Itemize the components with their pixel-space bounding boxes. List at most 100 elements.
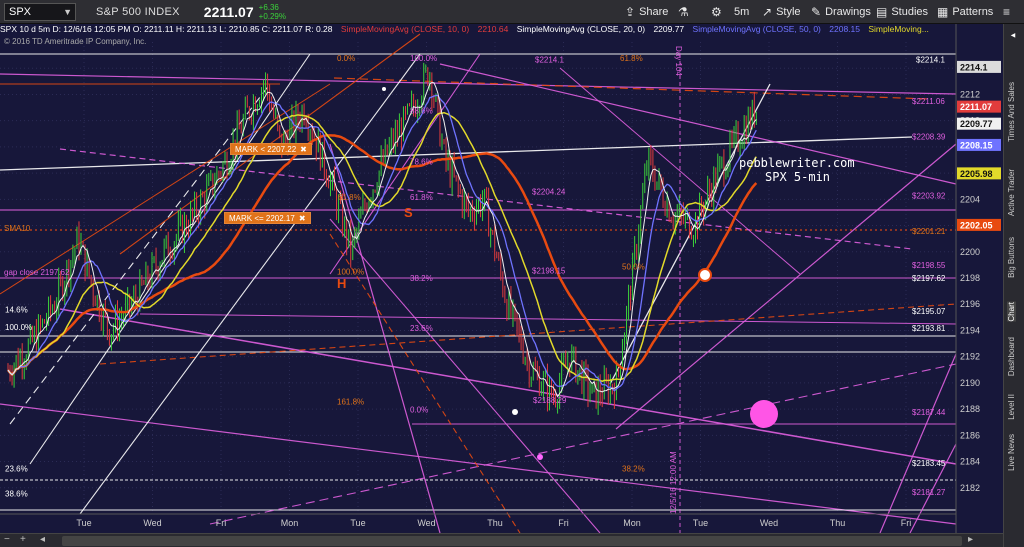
- sidebar-tab-chart[interactable]: Chart: [1007, 302, 1016, 322]
- sma10-legend[interactable]: SimpleMovingAvg (CLOSE, 10, 0): [341, 24, 469, 34]
- time-scroller[interactable]: [62, 536, 962, 546]
- menu-button[interactable]: ≡: [1003, 0, 1014, 24]
- x-tick-label: Fri: [216, 518, 227, 528]
- sidebar-tab-active-trader[interactable]: Active Trader: [1007, 169, 1016, 216]
- sma50-value: 2208.15: [829, 24, 860, 34]
- price-level-label: $2188.29: [533, 396, 567, 405]
- fib-label: 100.0%: [410, 54, 437, 63]
- fib-label: 161.8%: [337, 397, 364, 406]
- mark-order-1[interactable]: MARK < 2207.22 ✖: [230, 143, 312, 155]
- x-tick-label: Tue: [693, 518, 708, 528]
- day-label: Day 104: [674, 46, 683, 76]
- x-tick-label: Fri: [558, 518, 569, 528]
- flask-button[interactable]: ⚗: [678, 0, 693, 24]
- price-axis: 2182 2184 2186 2188 2190 2192 2194 2196 2198 2200…: [955, 24, 1003, 533]
- target-circle: [750, 400, 778, 428]
- study-legend: SPX 10 d 5m D: 12/6/16 12:05 PM O: 2211.…: [0, 24, 1024, 37]
- fib-label: 0.0%: [410, 405, 428, 414]
- fib-label: 38.6%: [5, 489, 28, 498]
- share-icon: ⇪: [625, 5, 636, 19]
- scroll-right-icon[interactable]: ▸: [968, 534, 973, 545]
- fib-label: 38.2%: [410, 274, 433, 283]
- drawings-button[interactable]: ✎ Drawings: [811, 0, 871, 24]
- price-level-label: $2214.1: [535, 55, 564, 64]
- price-level-label: $2193.81: [912, 324, 946, 333]
- fib-label: 23.6%: [410, 324, 433, 333]
- y-tick-label: 2188: [960, 404, 980, 414]
- sma20-legend[interactable]: SimpleMovingAvg (CLOSE, 20, 0): [517, 24, 645, 34]
- marker-dot-white: [512, 409, 518, 415]
- zoom-out-icon[interactable]: −: [4, 534, 10, 545]
- copyright: © 2016 TD Ameritrade IP Company, Inc.: [4, 37, 147, 46]
- x-tick-label: Tue: [350, 518, 365, 528]
- marker-dot-top: [382, 87, 386, 91]
- patterns-icon: ▦: [937, 5, 949, 19]
- zoom-in-icon[interactable]: +: [20, 534, 26, 545]
- sma50-legend[interactable]: SimpleMovingAvg (CLOSE, 50, 0): [693, 24, 821, 34]
- sidebar-tab-dashboard[interactable]: Dashboard: [1007, 337, 1016, 376]
- settings-button[interactable]: ⚙: [711, 0, 726, 24]
- label-s: S: [404, 205, 413, 220]
- price-level-label: $2208.39: [912, 133, 946, 142]
- fib-label: 100.0%: [5, 323, 32, 332]
- price-tag-label: 2205.98: [960, 169, 993, 179]
- style-button[interactable]: ↗ Style: [762, 0, 801, 24]
- x-tick-label: Mon: [281, 518, 299, 528]
- price-level-label: $2211.06: [912, 97, 945, 106]
- x-tick-label: Thu: [487, 518, 503, 528]
- patterns-label: Patterns: [952, 6, 994, 18]
- sma10-label: SMA10: [4, 224, 31, 233]
- sidebar-tab-live-news[interactable]: Live News: [1007, 434, 1016, 471]
- y-tick-label: 2182: [960, 483, 980, 493]
- y-tick-label: 2192: [960, 352, 980, 362]
- sma10-value: 2210.64: [477, 24, 509, 34]
- fib-label: 14.6%: [5, 306, 28, 315]
- x-tick-label: Thu: [830, 518, 846, 528]
- marker-circle: [698, 268, 712, 282]
- x-tick-label: Fri: [901, 518, 912, 528]
- share-label: Share: [639, 6, 669, 18]
- close-icon[interactable]: ✖: [299, 214, 306, 223]
- fib-label: 0.0%: [337, 54, 355, 63]
- share-button[interactable]: ⇪ Share: [625, 0, 668, 24]
- mark-order-2[interactable]: MARK <= 2202.17 ✖: [224, 212, 311, 224]
- fib-label: 50.0%: [622, 262, 645, 271]
- x-tick-label: Wed: [417, 518, 435, 528]
- fib-label: 23.6%: [5, 464, 28, 473]
- marker-dot: [537, 454, 543, 460]
- aggregation-button[interactable]: 5m: [734, 0, 749, 24]
- sidebar-tab-times-and-sales[interactable]: Times And Sales: [1007, 82, 1016, 142]
- studies-icon: ▤: [876, 5, 888, 19]
- price-level-label: $2214.1: [916, 55, 945, 64]
- toolbar: SPX ▼ S&P 500 INDEX 2211.07 +6.36 +0.29%…: [0, 0, 1024, 24]
- patterns-button[interactable]: ▦ Patterns: [937, 0, 993, 24]
- x-tick-label: Mon: [623, 518, 641, 528]
- y-tick-label: 2184: [960, 457, 980, 467]
- price-tag-label: 2208.15: [960, 140, 993, 150]
- close-icon[interactable]: ✖: [300, 145, 307, 154]
- sidebar-tab-level-ii[interactable]: Level II: [1007, 394, 1016, 420]
- studies-button[interactable]: ▤ Studies: [876, 0, 928, 24]
- scroll-left-icon[interactable]: ◂: [40, 534, 45, 545]
- fib-label: 38.2%: [622, 464, 645, 473]
- x-tick-label: Wed: [760, 518, 778, 528]
- mark-order-2-label: MARK <= 2202.17: [229, 214, 295, 223]
- fib-label: 88.6%: [410, 106, 433, 115]
- date-label: 12/5/16 12:00 AM: [669, 451, 678, 514]
- y-tick-label: 2190: [960, 378, 980, 388]
- pencil-icon: ✎: [811, 5, 822, 19]
- sidebar-collapse-icon[interactable]: ▸: [1007, 30, 1017, 40]
- symbol-input[interactable]: SPX ▼: [4, 2, 76, 21]
- fib-label: 61.8%: [338, 193, 361, 202]
- mark-order-1-label: MARK < 2207.22: [235, 145, 297, 154]
- y-tick-label: 2186: [960, 430, 980, 440]
- y-tick-label: 2196: [960, 299, 980, 309]
- index-name: S&P 500 INDEX: [96, 5, 180, 18]
- chevron-down-icon[interactable]: ▼: [63, 7, 72, 17]
- watermark-desc: SPX 5-min: [765, 170, 830, 184]
- fib-label: 61.8%: [410, 193, 433, 202]
- price-chart[interactable]: 0.0% 100.0% 61.8% 88.6% 78.6% 61.8% 61.8% 100.0…: [0, 24, 1003, 533]
- sidebar-tab-big-buttons[interactable]: Big Buttons: [1007, 237, 1016, 278]
- price-tag-label: 2209.77: [960, 119, 993, 129]
- sma-more-legend[interactable]: SimpleMoving...: [868, 24, 928, 34]
